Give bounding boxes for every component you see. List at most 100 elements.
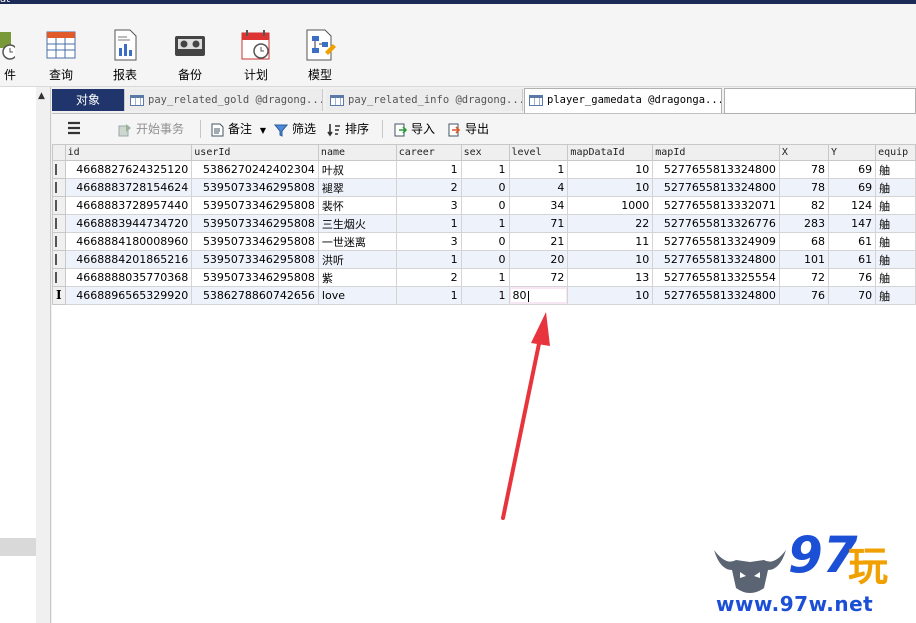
column-header[interactable]: userId xyxy=(191,144,319,161)
cell-career[interactable]: 2 xyxy=(395,268,462,287)
cell-userid[interactable]: 5386270242402304 xyxy=(191,160,319,179)
cell-mapdataid[interactable]: 10 xyxy=(567,250,654,269)
row-selector[interactable]: I xyxy=(52,286,66,305)
ribbon-function-button[interactable]: 件 xyxy=(0,28,26,83)
cell-name[interactable]: love xyxy=(317,286,397,305)
cell-id[interactable]: 4668888035770368 xyxy=(64,268,193,287)
cell-userid[interactable]: 5395073346295808 xyxy=(191,232,319,251)
cell-mapdataid[interactable]: 10 xyxy=(567,286,654,305)
cell-y[interactable]: 61 xyxy=(827,232,877,251)
table-row[interactable]: 4668883728154624 5395073346295808 褪翠 2 0 4 10 5… xyxy=(52,178,916,197)
cell-mapdataid[interactable]: 10 xyxy=(567,178,654,197)
column-header[interactable]: level xyxy=(508,144,569,161)
column-header[interactable]: mapId xyxy=(652,144,780,161)
tab-player-gamedata[interactable]: player_gamedata @dragonga... xyxy=(524,88,722,113)
tab-pay-related-gold[interactable]: pay_related_gold @dragong... xyxy=(126,89,323,111)
cell-id[interactable]: 4668883944734720 xyxy=(64,214,193,233)
cell-y[interactable]: 69 xyxy=(827,178,877,197)
cell-sex[interactable]: 0 xyxy=(460,232,510,251)
cell-x[interactable]: 82 xyxy=(778,196,829,215)
cell-name[interactable]: 裴怀 xyxy=(317,196,397,215)
table-row[interactable]: 4668883728957440 5395073346295808 裴怀 3 0 34 10… xyxy=(52,196,916,215)
tree-selected-item[interactable] xyxy=(0,538,36,556)
cell-career[interactable]: 2 xyxy=(395,178,462,197)
cell-userid[interactable]: 5395073346295808 xyxy=(191,214,319,233)
sort-button[interactable]: 排序 xyxy=(327,121,369,137)
ribbon-schedule-button[interactable]: 计划 xyxy=(228,28,284,83)
column-header[interactable]: X xyxy=(778,144,829,161)
ribbon-report-button[interactable]: 报表 xyxy=(97,28,153,83)
scroll-up-icon[interactable]: ▲ xyxy=(38,91,45,101)
cell-x[interactable]: 68 xyxy=(778,232,829,251)
cell-level[interactable]: 34 xyxy=(508,196,569,215)
ribbon-backup-button[interactable]: 备份 xyxy=(162,28,218,83)
cell-sex[interactable]: 1 xyxy=(460,214,510,233)
cell-y[interactable]: 147 xyxy=(827,214,877,233)
cell-equip[interactable]: 舳 xyxy=(875,160,916,179)
note-button[interactable]: 备注 ▼ xyxy=(210,121,266,137)
cell-equip[interactable]: 舳 xyxy=(875,286,916,305)
tab-objects[interactable]: 对象 xyxy=(52,89,125,111)
cell-y[interactable]: 76 xyxy=(827,268,877,287)
cell-mapid[interactable]: 5277655813324909 xyxy=(652,232,780,251)
filter-button[interactable]: 筛选 xyxy=(274,121,316,137)
cell-name[interactable]: 叶叔 xyxy=(317,160,397,179)
export-button[interactable]: 导出 xyxy=(447,121,489,137)
cell-name[interactable]: 三生烟火 xyxy=(317,214,397,233)
cell-mapdataid[interactable]: 10 xyxy=(567,160,654,179)
cell-name[interactable]: 洪听 xyxy=(317,250,397,269)
cell-career[interactable]: 1 xyxy=(395,250,462,269)
row-selector[interactable] xyxy=(52,196,66,215)
cell-y[interactable]: 124 xyxy=(827,196,877,215)
object-tree-panel[interactable] xyxy=(0,87,37,623)
table-row[interactable]: 4668884201865216 5395073346295808 洪听 1 0 20 10… xyxy=(52,250,916,269)
cell-mapid[interactable]: 5277655813332071 xyxy=(652,196,780,215)
cell-level[interactable]: 71 xyxy=(508,214,569,233)
column-header[interactable]: equip xyxy=(875,144,916,161)
cell-id[interactable]: 4668884201865216 xyxy=(64,250,193,269)
row-selector[interactable] xyxy=(52,178,66,197)
cell-y[interactable]: 69 xyxy=(827,160,877,179)
cell-id[interactable]: 4668896565329920 xyxy=(64,286,193,305)
cell-mapdataid[interactable]: 1000 xyxy=(567,196,654,215)
cell-x[interactable]: 78 xyxy=(778,178,829,197)
cell-mapdataid[interactable]: 13 xyxy=(567,268,654,287)
row-selector[interactable] xyxy=(52,232,66,251)
cell-userid[interactable]: 5395073346295808 xyxy=(191,178,319,197)
cell-mapdataid[interactable]: 22 xyxy=(567,214,654,233)
table-row[interactable]: 4668883944734720 5395073346295808 三生烟火 1 1 71… xyxy=(52,214,916,233)
panel-scrollbar[interactable]: ▲ xyxy=(36,87,51,623)
column-header[interactable]: Y xyxy=(827,144,877,161)
cell-sex[interactable]: 1 xyxy=(460,268,510,287)
row-selector[interactable] xyxy=(52,268,66,287)
cell-x[interactable]: 76 xyxy=(778,286,829,305)
row-selector[interactable] xyxy=(52,250,66,269)
cell-name[interactable]: 褪翠 xyxy=(317,178,397,197)
tab-pay-related-info[interactable]: pay_related_info @dragong... xyxy=(326,89,523,111)
row-selector[interactable] xyxy=(52,214,66,233)
cell-y[interactable]: 61 xyxy=(827,250,877,269)
cell-mapid[interactable]: 5277655813324800 xyxy=(652,286,780,305)
cell-level[interactable]: 20 xyxy=(508,250,569,269)
cell-mapid[interactable]: 5277655813326776 xyxy=(652,214,780,233)
cell-equip[interactable]: 舳 xyxy=(875,214,916,233)
cell-name[interactable]: 一世迷离 xyxy=(317,232,397,251)
table-row[interactable]: 4668888035770368 5395073346295808 紫 2 1 72 13 5… xyxy=(52,268,916,287)
cell-mapid[interactable]: 5277655813324800 xyxy=(652,160,780,179)
cell-x[interactable]: 78 xyxy=(778,160,829,179)
begin-transaction-button[interactable]: 开始事务 xyxy=(118,121,184,137)
cell-sex[interactable]: 0 xyxy=(460,250,510,269)
cell-id[interactable]: 4668883728957440 xyxy=(64,196,193,215)
cell-id[interactable]: 4668883728154624 xyxy=(64,178,193,197)
cell-sex[interactable]: 0 xyxy=(460,178,510,197)
cell-level-editor[interactable]: 80 xyxy=(508,286,569,305)
cell-level[interactable]: 1 xyxy=(508,160,569,179)
cell-level[interactable]: 4 xyxy=(508,178,569,197)
cell-equip[interactable]: 舳 xyxy=(875,250,916,269)
cell-name[interactable]: 紫 xyxy=(317,268,397,287)
cell-sex[interactable]: 1 xyxy=(460,286,510,305)
cell-sex[interactable]: 0 xyxy=(460,196,510,215)
cell-x[interactable]: 101 xyxy=(778,250,829,269)
cell-career[interactable]: 1 xyxy=(395,214,462,233)
cell-mapid[interactable]: 5277655813325554 xyxy=(652,268,780,287)
